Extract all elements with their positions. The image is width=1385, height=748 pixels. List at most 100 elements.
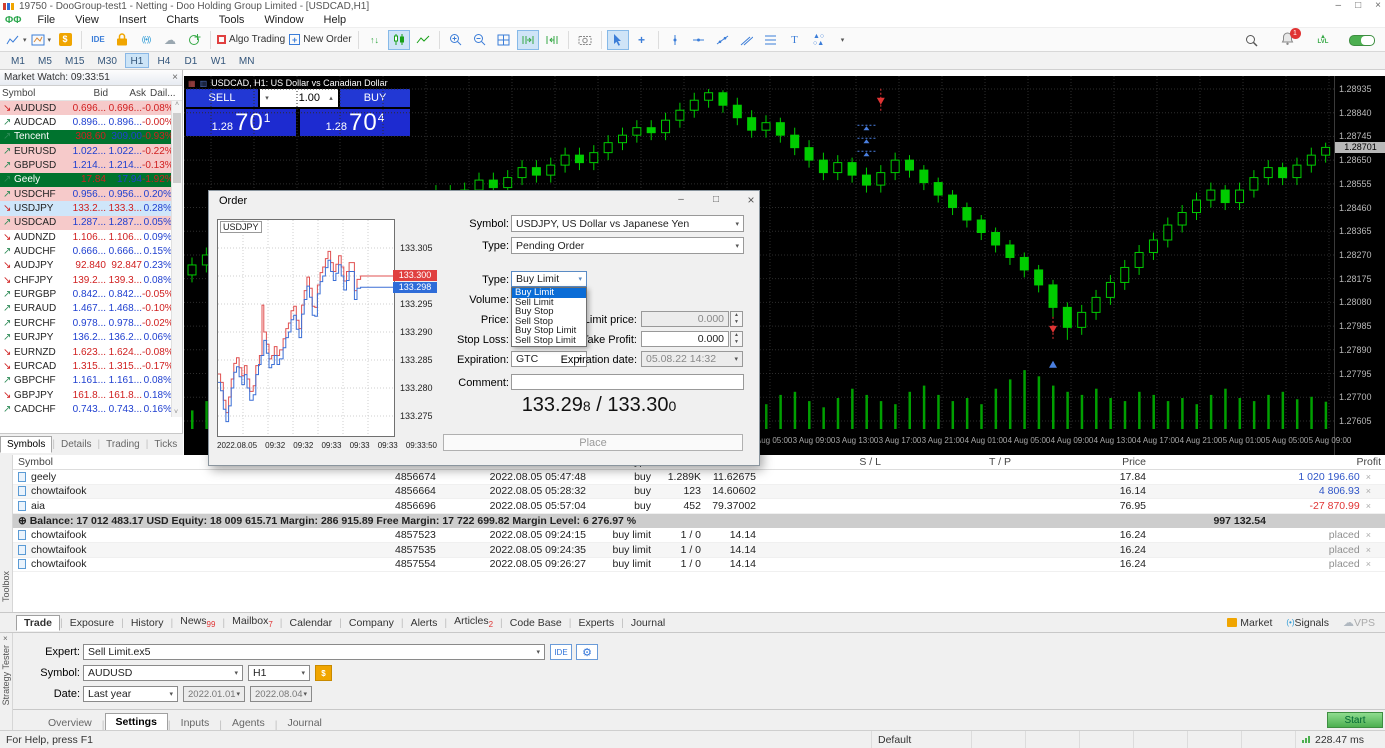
signals-icon[interactable]: ((•)) bbox=[135, 30, 157, 50]
levels-icon[interactable]: ▲LVL bbox=[1312, 30, 1334, 50]
market-watch-row[interactable]: ↘AUDNZD1.106...1.106...0.09% bbox=[0, 230, 172, 244]
toolbox-tab-history[interactable]: History bbox=[124, 616, 171, 630]
trade-row[interactable]: chowtaifook48575542022.08.05 09:26:27buy… bbox=[13, 558, 1385, 573]
close-icon[interactable]: × bbox=[1375, 0, 1381, 11]
trade-row[interactable]: chowtaifook48575352022.08.05 09:24:35buy… bbox=[13, 543, 1385, 558]
tester-period-select[interactable]: H1▾ bbox=[248, 665, 310, 681]
stop-limit-spinner[interactable]: ▲▼ bbox=[730, 311, 743, 327]
timeframe-m1[interactable]: M1 bbox=[6, 53, 30, 68]
mw-tab-details[interactable]: Details bbox=[55, 437, 98, 452]
market-watch-row[interactable]: ↗CADCHF0.743...0.743...0.16% bbox=[0, 402, 172, 416]
minimize-icon[interactable]: – bbox=[1336, 0, 1342, 11]
fibonacci-icon[interactable] bbox=[760, 30, 782, 50]
menu-charts[interactable]: Charts bbox=[156, 14, 208, 26]
crosshair-icon[interactable]: + bbox=[631, 30, 653, 50]
tester-close-icon[interactable]: × bbox=[3, 634, 8, 643]
place-button[interactable]: Place bbox=[443, 434, 743, 451]
tester-symbol-select[interactable]: AUDUSD▾ bbox=[83, 665, 243, 681]
market-watch-row[interactable]: ↗EURUSD1.022...1.022...-0.22% bbox=[0, 144, 172, 158]
toolbox-tab-company[interactable]: Company bbox=[342, 616, 401, 630]
timeframe-h4[interactable]: H4 bbox=[152, 53, 176, 68]
toolbox-tab-experts[interactable]: Experts bbox=[571, 616, 621, 630]
cloud-icon[interactable]: ☁ bbox=[159, 30, 181, 50]
market-watch-row[interactable]: ↘AUDJPY92.84092.8470.23% bbox=[0, 259, 172, 273]
mw-column-1[interactable]: Bid bbox=[70, 88, 110, 99]
ide-icon[interactable]: IDE bbox=[87, 30, 109, 50]
lock-icon[interactable] bbox=[111, 30, 133, 50]
menu-file[interactable]: File bbox=[27, 14, 65, 26]
timeframe-m5[interactable]: M5 bbox=[33, 53, 57, 68]
more-dropdown-icon[interactable]: ▾ bbox=[832, 30, 854, 50]
trade-row[interactable]: aia48566962022.08.05 05:57:04buy45279.37… bbox=[13, 499, 1385, 514]
toolbox-tab-trade[interactable]: Trade bbox=[16, 615, 60, 631]
trendline-icon[interactable] bbox=[712, 30, 734, 50]
zoom-in-icon[interactable] bbox=[445, 30, 467, 50]
tester-tab-inputs[interactable]: Inputs bbox=[171, 715, 220, 731]
market-watch-row[interactable]: ↗AUDCAD0.896...0.896...-0.00% bbox=[0, 115, 172, 129]
status-profile[interactable]: Default bbox=[871, 731, 971, 748]
toolbox-tab-journal[interactable]: Journal bbox=[624, 616, 672, 630]
toolbox-tab-exposure[interactable]: Exposure bbox=[63, 616, 121, 630]
mw-column-3[interactable]: Dail... bbox=[148, 88, 183, 99]
toolbox-side-strip[interactable]: Toolbox bbox=[0, 455, 13, 632]
zoom-out-icon[interactable] bbox=[469, 30, 491, 50]
comment-input[interactable] bbox=[511, 374, 744, 390]
market-watch-row[interactable]: ↗USDCHF0.956...0.956...0.20% bbox=[0, 187, 172, 201]
col-7[interactable]: T / P bbox=[885, 456, 1015, 468]
chart-profile-icon[interactable]: ▾ bbox=[30, 30, 53, 50]
menu-view[interactable]: View bbox=[65, 14, 109, 26]
channel-icon[interactable] bbox=[736, 30, 758, 50]
search-icon[interactable] bbox=[1240, 30, 1262, 50]
price-axis[interactable]: 1.289351.288401.287451.286501.285551.284… bbox=[1334, 76, 1385, 455]
market-watch-row[interactable]: ↘CHFJPY139.2...139.3...0.08% bbox=[0, 273, 172, 287]
market-watch-row[interactable]: ↗EURJPY136.2...136.2...0.06% bbox=[0, 331, 172, 345]
timeframe-w1[interactable]: W1 bbox=[206, 53, 231, 68]
close-position-icon[interactable]: × bbox=[1366, 486, 1371, 496]
market-watch-row[interactable]: ↗USDCAD1.287...1.287...0.05% bbox=[0, 216, 172, 230]
horizontal-line-icon[interactable] bbox=[688, 30, 710, 50]
stop-limit-field[interactable]: 0.000 bbox=[641, 311, 729, 327]
start-button[interactable]: Start bbox=[1327, 712, 1383, 728]
market-watch-row[interactable]: ↗Tencent308.60309.00-0.93% bbox=[0, 130, 172, 144]
close-position-icon[interactable]: × bbox=[1366, 472, 1371, 482]
market-watch-row[interactable]: ↗EURGBP0.842...0.842...-0.05% bbox=[0, 287, 172, 301]
order-type-select[interactable]: Buy Limit▾ bbox=[511, 271, 587, 287]
market-watch-row[interactable]: ↘AUDUSD0.696...0.696...-0.08% bbox=[0, 101, 172, 115]
arrange-icon[interactable]: ↑↓ bbox=[364, 30, 386, 50]
notifications-icon[interactable]: 1 bbox=[1276, 30, 1298, 50]
take-profit-spinner[interactable]: ▲▼ bbox=[730, 331, 743, 347]
mw-tab-trading[interactable]: Trading bbox=[100, 437, 146, 452]
timeframe-mn[interactable]: MN bbox=[234, 53, 260, 68]
vertical-line-icon[interactable] bbox=[664, 30, 686, 50]
mw-tab-ticks[interactable]: Ticks bbox=[148, 437, 183, 452]
vps-cloud[interactable]: ☁ VPS bbox=[1343, 616, 1375, 629]
toolbox-tab-articles[interactable]: Articles2 bbox=[447, 614, 500, 630]
cursor-icon[interactable] bbox=[607, 30, 629, 50]
tester-deposit-icon[interactable]: $ bbox=[315, 665, 332, 681]
linechart-icon[interactable] bbox=[412, 30, 434, 50]
timeframe-m15[interactable]: M15 bbox=[60, 53, 89, 68]
dialog-maximize-icon[interactable]: □ bbox=[708, 193, 724, 207]
market-watch-row[interactable]: ↗GBPCHF1.161...1.161...0.08% bbox=[0, 374, 172, 388]
col-8[interactable]: Price bbox=[1015, 456, 1150, 468]
take-profit-field[interactable]: 0.000 bbox=[641, 331, 729, 347]
toolbox-tab-calendar[interactable]: Calendar bbox=[283, 616, 340, 630]
expert-select[interactable]: Sell Limit.ex5▾ bbox=[83, 644, 545, 660]
market-watch-row[interactable]: ↗AUDCHF0.666...0.666...0.15% bbox=[0, 244, 172, 258]
account-toggle[interactable] bbox=[1348, 30, 1376, 50]
mw-column-0[interactable]: Symbol bbox=[0, 88, 70, 99]
col-9[interactable]: Profit bbox=[1150, 456, 1385, 468]
symbol-select[interactable]: USDJPY, US Dollar vs Japanese Yen▾ bbox=[511, 215, 744, 232]
market-watch-row[interactable]: ↗EURCHF0.978...0.978...-0.02% bbox=[0, 316, 172, 330]
close-position-icon[interactable]: × bbox=[1366, 501, 1371, 511]
trade-row[interactable]: chowtaifook48575232022.08.05 09:24:15buy… bbox=[13, 528, 1385, 543]
shapes-icon[interactable]: ▲○○▲ bbox=[808, 30, 830, 50]
trade-row[interactable]: chowtaifook48566642022.08.05 05:28:32buy… bbox=[13, 485, 1385, 500]
menu-tools[interactable]: Tools bbox=[209, 14, 255, 26]
menu-help[interactable]: Help bbox=[314, 14, 357, 26]
order-kind-select[interactable]: Pending Order▾ bbox=[511, 237, 744, 254]
balance-row[interactable]: ⊕ Balance: 17 012 483.17 USD Equity: 18 … bbox=[13, 514, 1385, 529]
toolbox-tab-mailbox[interactable]: Mailbox7 bbox=[225, 614, 280, 630]
text-icon[interactable]: T bbox=[784, 30, 806, 50]
community-icon[interactable] bbox=[183, 30, 205, 50]
